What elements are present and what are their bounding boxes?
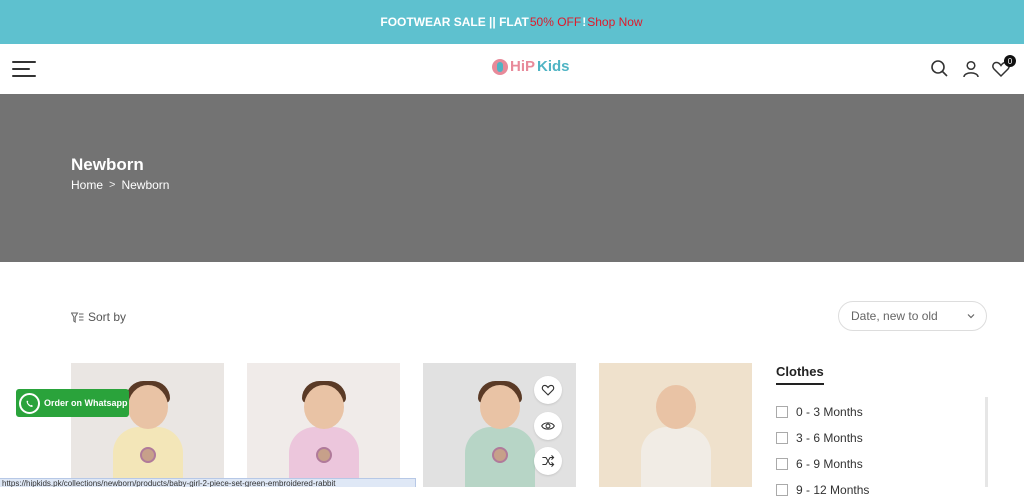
filter-option-label: 0 - 3 Months: [796, 405, 863, 419]
filter-icon: [71, 312, 84, 323]
announcement-text: FOOTWEAR SALE || FLAT: [380, 15, 529, 29]
product-card[interactable]: [247, 363, 400, 487]
page-title: Newborn: [71, 155, 144, 174]
filter-clothes-panel: Clothes 0 - 3 Months 3 - 6 Months 6 - 9 …: [776, 363, 991, 503]
site-header: HiP Kids 0: [0, 44, 1024, 94]
announcement-separator: !: [582, 15, 587, 29]
outfit-embroidery: [491, 447, 508, 463]
wishlist-icon[interactable]: 0: [991, 55, 1016, 79]
sort-select[interactable]: Date, new to old: [838, 301, 987, 331]
breadcrumb-home[interactable]: Home: [71, 178, 103, 192]
product-model-face: [303, 385, 344, 429]
compare-button[interactable]: [534, 447, 562, 475]
product-card[interactable]: [71, 363, 224, 487]
shuffle-icon: [542, 455, 555, 467]
checkbox[interactable]: [776, 484, 788, 496]
breadcrumb: Home > Newborn: [71, 178, 169, 192]
product-model-face: [479, 385, 520, 429]
eye-icon: [541, 422, 555, 430]
logo-icon: [492, 58, 508, 75]
checkbox[interactable]: [776, 458, 788, 470]
checkbox[interactable]: [776, 406, 788, 418]
filter-option-label: 3 - 6 Months: [796, 431, 863, 445]
product-outfit: [640, 427, 711, 487]
filter-option-label: 9 - 12 Months: [796, 483, 870, 497]
menu-icon[interactable]: [12, 61, 36, 77]
outfit-embroidery: [315, 447, 332, 463]
outfit-embroidery: [139, 447, 156, 463]
product-model-face: [127, 385, 168, 429]
filter-option[interactable]: 6 - 9 Months: [776, 451, 991, 477]
filter-option[interactable]: 9 - 12 Months: [776, 477, 991, 503]
whatsapp-icon: [19, 392, 40, 414]
quick-view-button[interactable]: [534, 412, 562, 440]
announcement-highlight: 50% OFF: [529, 15, 582, 29]
shop-now-link[interactable]: Shop Now: [587, 15, 642, 29]
filter-scrollbar[interactable]: [985, 397, 988, 487]
sort-by-label: Sort by: [88, 310, 127, 324]
account-icon[interactable]: [961, 59, 981, 79]
sort-select-value: Date, new to old: [851, 309, 938, 323]
collection-banner: Newborn Home > Newborn: [0, 94, 1024, 262]
checkbox[interactable]: [776, 432, 788, 444]
product-card[interactable]: [599, 363, 752, 487]
filter-option-label: 6 - 9 Months: [796, 457, 863, 471]
breadcrumb-separator: >: [109, 179, 116, 191]
sort-by-button[interactable]: Sort by: [71, 310, 126, 324]
logo-text-hip: HiP: [510, 58, 536, 75]
breadcrumb-current: Newborn: [121, 178, 170, 192]
browser-status-url: https://hipkids.pk/collections/newborn/p…: [0, 478, 416, 487]
announcement-bar: FOOTWEAR SALE || FLAT 50% OFF ! Shop Now: [0, 0, 1024, 44]
filter-option[interactable]: 3 - 6 Months: [776, 425, 991, 451]
add-to-wishlist-button[interactable]: [534, 376, 562, 404]
wishlist-count-badge: 0: [1004, 55, 1016, 67]
filter-option[interactable]: 0 - 3 Months: [776, 399, 991, 425]
heart-icon: [541, 384, 555, 396]
product-card[interactable]: [423, 363, 576, 487]
logo-text-kids: Kids: [537, 58, 570, 75]
site-logo[interactable]: HiP Kids: [492, 58, 570, 75]
whatsapp-order-button[interactable]: Order on Whatsapp: [16, 389, 129, 417]
search-icon[interactable]: [930, 59, 950, 79]
chevron-down-icon: [967, 314, 975, 319]
whatsapp-label: Order on Whatsapp: [44, 398, 128, 408]
product-model-face: [655, 385, 696, 429]
filter-title: Clothes: [776, 364, 824, 385]
